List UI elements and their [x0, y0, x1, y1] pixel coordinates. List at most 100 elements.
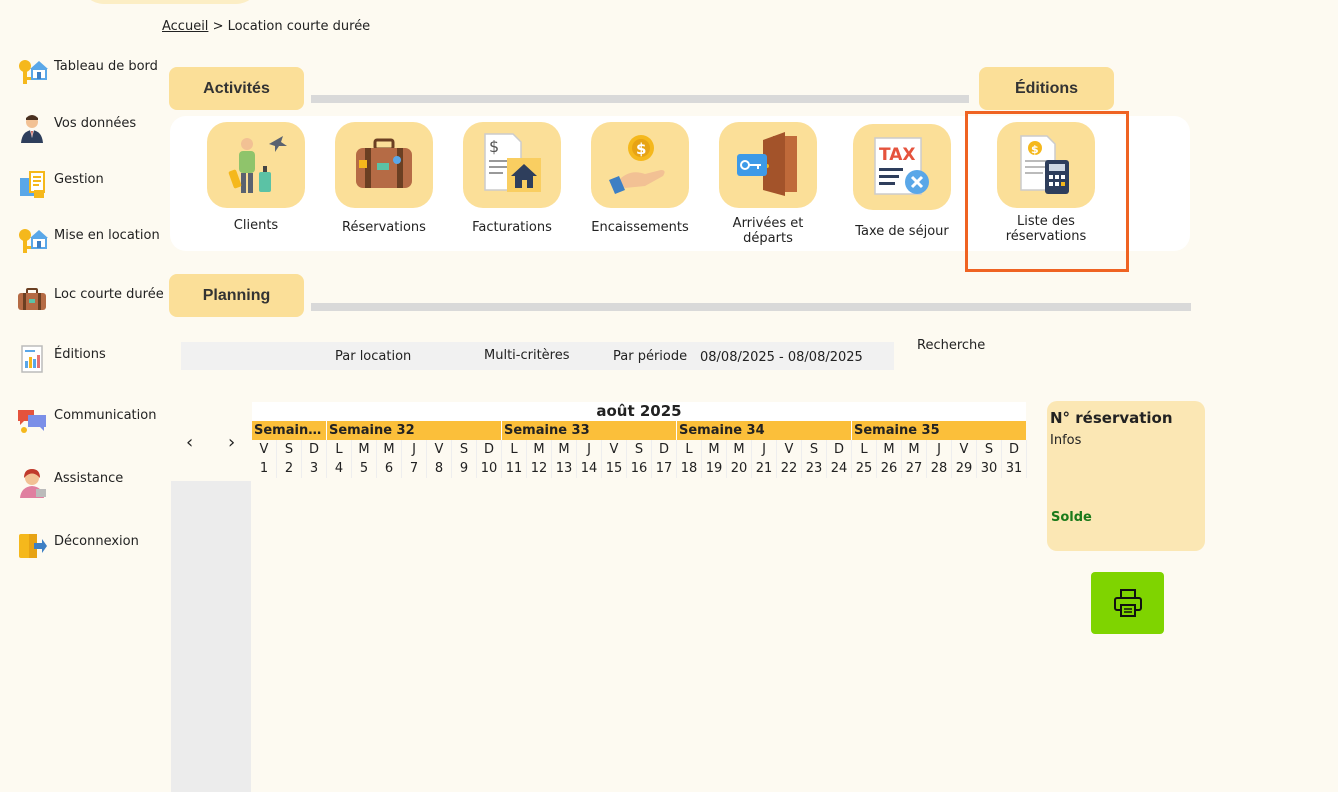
activity-label: Taxe de séjour — [855, 224, 949, 239]
day-letter: S — [277, 440, 302, 459]
breadcrumb-separator: > — [212, 19, 224, 34]
day-number[interactable]: 2 — [277, 459, 302, 478]
week-header: Semaine 31 — [252, 421, 327, 440]
tax-icon: TAX — [874, 137, 929, 195]
day-number[interactable]: 24 — [827, 459, 852, 478]
activity-clients[interactable]: Clients — [207, 122, 305, 233]
day-number[interactable]: 19 — [702, 459, 727, 478]
sidebar-item-label: Vos données — [54, 116, 137, 131]
day-number[interactable]: 23 — [802, 459, 827, 478]
day-number[interactable]: 10 — [477, 459, 502, 478]
day-number[interactable]: 30 — [977, 459, 1002, 478]
day-number[interactable]: 26 — [877, 459, 902, 478]
section-tab-editions: Éditions — [979, 67, 1114, 110]
activity-reservations[interactable]: Réservations — [335, 122, 433, 235]
svg-text:$: $ — [489, 137, 499, 156]
day-number[interactable]: 21 — [752, 459, 777, 478]
day-letter: S — [977, 440, 1002, 459]
next-month-button[interactable]: › — [228, 432, 235, 453]
day-number[interactable]: 1 — [252, 459, 277, 478]
period-range-field[interactable]: 08/08/2025 - 08/08/2025 — [700, 350, 863, 365]
day-letter: L — [502, 440, 527, 459]
day-letter: D — [302, 440, 327, 459]
sidebar-item-vos-donnees[interactable]: Vos données — [16, 112, 136, 144]
tab-multi-criteres[interactable]: Multi-critères — [484, 348, 570, 363]
day-number[interactable]: 8 — [427, 459, 452, 478]
day-letter: V — [252, 440, 277, 459]
activity-icon-bg: $ — [591, 122, 689, 208]
day-letter: L — [677, 440, 702, 459]
report-icon — [21, 345, 43, 373]
day-number[interactable]: 29 — [952, 459, 977, 478]
section-divider — [311, 95, 969, 103]
chat-bubbles-icon — [18, 410, 46, 433]
invoice-house-icon: $ — [484, 133, 541, 192]
day-letter: D — [477, 440, 502, 459]
day-letter: M — [877, 440, 902, 459]
prev-month-button[interactable]: ‹ — [186, 432, 193, 453]
day-letter: D — [1002, 440, 1027, 459]
day-letter: M — [377, 440, 402, 459]
day-number[interactable]: 6 — [377, 459, 402, 478]
day-number[interactable]: 12 — [527, 459, 552, 478]
sidebar-item-mise-en-location[interactable]: Mise en location — [16, 224, 160, 256]
day-letter: S — [452, 440, 477, 459]
suitcase-icon — [356, 138, 412, 188]
day-letter: M — [527, 440, 552, 459]
day-number[interactable]: 4 — [327, 459, 352, 478]
activity-icon-bg: TAX — [853, 124, 951, 210]
print-button[interactable] — [1091, 572, 1164, 634]
day-number[interactable]: 20 — [727, 459, 752, 478]
day-letter: M — [902, 440, 927, 459]
day-number[interactable]: 14 — [577, 459, 602, 478]
tab-par-periode[interactable]: Par période — [613, 349, 687, 364]
sidebar-item-communication[interactable]: Communication — [16, 404, 156, 436]
day-number[interactable]: 11 — [502, 459, 527, 478]
day-number[interactable]: 15 — [602, 459, 627, 478]
day-number[interactable]: 17 — [652, 459, 677, 478]
day-number[interactable]: 27 — [902, 459, 927, 478]
sidebar-item-editions[interactable]: Éditions — [16, 343, 106, 375]
day-number[interactable]: 16 — [627, 459, 652, 478]
logout-icon — [19, 534, 47, 558]
day-number[interactable]: 28 — [927, 459, 952, 478]
day-number[interactable]: 18 — [677, 459, 702, 478]
day-number[interactable]: 31 — [1002, 459, 1027, 478]
sidebar-item-label: Gestion — [54, 172, 104, 187]
day-number[interactable]: 25 — [852, 459, 877, 478]
day-number[interactable]: 9 — [452, 459, 477, 478]
key-house-icon — [19, 60, 48, 84]
calendar-month-title: août 2025 — [252, 402, 1026, 421]
sidebar-item-tableau-de-bord[interactable]: Tableau de bord — [16, 55, 158, 87]
activity-encaissements[interactable]: $ Encaissements — [591, 122, 689, 235]
day-letter: M — [727, 440, 752, 459]
activity-facturations[interactable]: $ Facturations — [463, 122, 561, 235]
sidebar-item-assistance[interactable]: Assistance — [16, 467, 123, 499]
sidebar-item-loc-courte-duree[interactable]: Loc courte durée — [16, 283, 164, 315]
sidebar-item-gestion[interactable]: Gestion — [16, 168, 104, 200]
tab-par-location[interactable]: Par location — [335, 349, 411, 364]
traveler-icon — [228, 136, 287, 193]
day-number[interactable]: 5 — [352, 459, 377, 478]
suitcase-icon — [18, 288, 46, 310]
svg-text:TAX: TAX — [879, 145, 916, 165]
week-header: Semaine 33 — [502, 421, 677, 440]
day-number[interactable]: 13 — [552, 459, 577, 478]
week-header: Semaine 32 — [327, 421, 502, 440]
activity-icon-bg: $ — [463, 122, 561, 208]
day-letter: S — [627, 440, 652, 459]
day-letter: V — [777, 440, 802, 459]
search-link[interactable]: Recherche — [917, 338, 985, 353]
sidebar-item-deconnexion[interactable]: Déconnexion — [16, 530, 139, 562]
day-number[interactable]: 7 — [402, 459, 427, 478]
documents-icon — [20, 171, 45, 198]
activity-arrivees-departs[interactable]: Arrivées et départs — [719, 122, 817, 246]
day-number[interactable]: 22 — [777, 459, 802, 478]
activity-icon-bg — [335, 122, 433, 208]
activity-taxe-de-sejour[interactable]: TAX Taxe de séjour — [853, 124, 951, 239]
day-number[interactable]: 3 — [302, 459, 327, 478]
sidebar-item-label: Communication — [54, 408, 157, 423]
day-letter: J — [752, 440, 777, 459]
reservation-info-panel: N° réservation Infos Solde — [1047, 401, 1205, 551]
breadcrumb-current: Location courte durée — [227, 19, 371, 34]
